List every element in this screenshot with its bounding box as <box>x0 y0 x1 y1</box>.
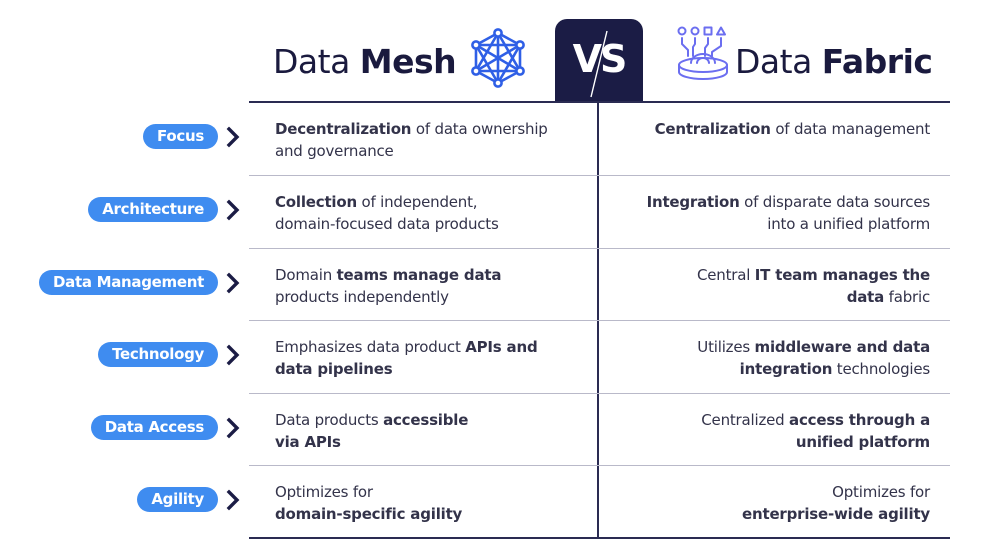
category-label: Focus <box>143 124 218 149</box>
bold-text-segment: data pipelines <box>275 360 393 378</box>
category-label: Technology <box>98 342 218 367</box>
bold-text-segment: via APIs <box>275 433 341 451</box>
data-mesh-cell: Collection of independent, domain-focused… <box>275 191 585 235</box>
data-fabric-cell: Utilizes middleware and data integration … <box>610 336 930 380</box>
bold-text-segment: enterprise-wide agility <box>742 505 930 523</box>
bold-text-segment: teams manage data <box>336 266 502 284</box>
data-fabric-cell: Centralized access through a unified plat… <box>610 409 930 453</box>
text-segment: Domain <box>275 266 337 284</box>
data-fabric-cell: Optimizes for enterprise-wide agility <box>610 481 930 525</box>
data-mesh-cell: Optimizes for domain-specific agility <box>275 481 585 525</box>
comparison-row-technology: Technology Emphasizes data product APIs a… <box>0 321 1000 393</box>
comparison-row-focus: Focus Decentralization of data ownership a… <box>0 103 1000 175</box>
bold-text-segment: middleware and data <box>754 338 931 356</box>
vs-slash-decoration <box>590 30 608 98</box>
category-label: Architecture <box>88 197 218 222</box>
data-mesh-title: Data Mesh <box>273 42 457 81</box>
bold-text-segment: integration <box>739 360 833 378</box>
data-mesh-cell: Decentralization of data ownership and go… <box>275 118 585 162</box>
comparison-row-architecture: Architecture Collection of independent, do… <box>0 176 1000 248</box>
category-label: Data Management <box>38 270 218 295</box>
bold-text-segment: Integration <box>646 193 740 211</box>
text-segment: into a unified platform <box>767 215 930 233</box>
chevron-right-icon <box>226 272 240 294</box>
data-mesh-cell: Emphasizes data product APIs and data pip… <box>275 336 585 380</box>
bold-text-segment: Decentralization <box>275 120 412 138</box>
text-segment: Optimizes for <box>832 483 930 501</box>
text-segment: products independently <box>275 288 449 306</box>
bold-text-segment: IT team manages the <box>754 266 930 284</box>
data-fabric-title: Data Fabric <box>735 42 933 81</box>
network-mesh-icon <box>471 28 525 88</box>
text-segment: Central <box>697 266 755 284</box>
category-label: Agility <box>137 487 218 512</box>
text-segment: Centralized <box>701 411 790 429</box>
chevron-right-icon <box>226 126 240 148</box>
chevron-right-icon <box>226 489 240 511</box>
chevron-right-icon <box>226 344 240 366</box>
chevron-right-icon <box>226 199 240 221</box>
bold-text-segment: APIs and <box>465 338 538 356</box>
text-segment: fabric <box>884 288 931 306</box>
text-segment: of data ownership <box>411 120 548 138</box>
bold-text-segment: Collection <box>275 193 357 211</box>
comparison-row-agility: Agility Optimizes for domain-specific agil… <box>0 466 1000 538</box>
data-mesh-cell: Data products accessible via APIs <box>275 409 585 453</box>
text-segment: of data management <box>770 120 930 138</box>
data-fabric-cell: Central IT team manages the data fabric <box>610 264 930 308</box>
text-segment: of disparate data sources <box>739 193 930 211</box>
text-segment: technologies <box>832 360 930 378</box>
bold-text-segment: Centralization <box>654 120 771 138</box>
data-fabric-integration-icon <box>677 26 728 80</box>
data-mesh-cell: Domain teams manage data products indepen… <box>275 264 585 308</box>
text-segment: Utilizes <box>697 338 755 356</box>
data-fabric-cell: Centralization of data management <box>610 118 931 140</box>
data-fabric-title-light: Data <box>735 42 812 81</box>
chevron-right-icon <box>226 417 240 439</box>
data-fabric-title-bold: Fabric <box>821 42 933 81</box>
text-segment: Data products <box>275 411 384 429</box>
data-mesh-title-light: Data <box>273 42 350 81</box>
text-segment: and governance <box>275 142 394 160</box>
bold-text-segment: access through a <box>789 411 930 429</box>
bold-text-segment: unified platform <box>795 433 930 451</box>
bold-text-segment: accessible <box>383 411 469 429</box>
text-segment: of independent, <box>356 193 478 211</box>
text-segment: Emphasizes data product <box>275 338 466 356</box>
text-segment: Optimizes for <box>275 483 373 501</box>
vs-badge: VS <box>555 19 643 103</box>
data-fabric-cell: Integration of disparate data sources int… <box>610 191 931 235</box>
text-segment: domain-focused data products <box>275 215 499 233</box>
bold-text-segment: data <box>846 288 885 306</box>
category-label: Data Access <box>90 415 218 440</box>
data-mesh-title-bold: Mesh <box>359 42 457 81</box>
comparison-row-data-access: Data Access Data products accessible via A… <box>0 394 1000 466</box>
comparison-row-data-management: Data Management Domain teams manage data p… <box>0 249 1000 321</box>
bold-text-segment: domain-specific agility <box>275 505 463 523</box>
